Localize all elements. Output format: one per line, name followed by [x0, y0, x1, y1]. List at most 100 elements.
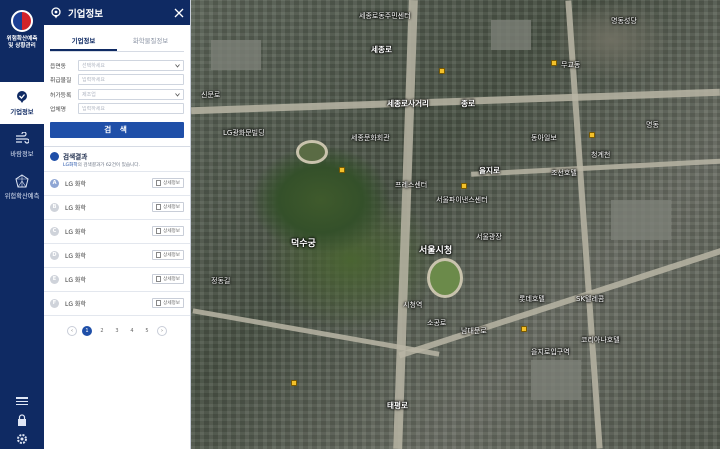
item-badge: F [50, 298, 59, 308]
results-summary: LG화학의 검색결과가 62건이 있습니다. [63, 162, 140, 168]
company-name-input[interactable] [82, 105, 180, 112]
map-block [531, 360, 581, 400]
lock-icon[interactable] [15, 414, 29, 426]
form-row-permit: 허가등록 제조업 [50, 87, 184, 101]
nav-label: 바람정보 [10, 151, 34, 158]
map-label: LG광화문빌딩 [223, 129, 265, 137]
map-label: 정동길 [211, 277, 231, 285]
detail-button[interactable]: 상세정보 [152, 178, 184, 188]
spread-star-icon [15, 174, 29, 188]
permit-select[interactable]: 제조업 [78, 88, 184, 100]
field-label: 읍면동 [50, 63, 66, 70]
map-label: 세종로 [371, 45, 392, 54]
detail-button[interactable]: 상세정보 [152, 250, 184, 260]
satellite-map[interactable]: 세종로 세종로사거리 종로 세종로동주민센터 세종문화회관 덕수궁 서울시청 롯… [191, 0, 720, 449]
detail-button[interactable]: 상세정보 [152, 202, 184, 212]
map-road [393, 0, 418, 449]
detail-button[interactable]: 상세정보 [152, 298, 184, 308]
item-name: LG 화학 [65, 204, 86, 212]
item-badge: A [50, 178, 59, 188]
map-poi-icon[interactable] [551, 60, 557, 66]
close-icon[interactable] [174, 8, 184, 18]
map-label: 동아일보 [531, 134, 557, 142]
chevron-down-icon [175, 92, 180, 97]
panel-header: 기업정보 [44, 0, 190, 25]
list-item[interactable]: A LG 화학 상세정보 [44, 172, 190, 196]
results-list: A LG 화학 상세정보 B LG 화학 상세정보 C LG 화학 상세정보 D… [44, 170, 190, 316]
field-label: 업체명 [50, 107, 66, 113]
map-label: 덕수궁 [291, 239, 316, 249]
location-pin-icon [17, 91, 27, 103]
form-row-district: 읍면동 선택하세요 [50, 58, 184, 72]
map-label: 서울파이낸스센터 [436, 196, 488, 204]
gear-icon[interactable] [15, 433, 29, 445]
substance-input[interactable] [82, 76, 180, 83]
form-row-substance: 취급물질 [50, 73, 184, 87]
list-item[interactable]: F LG 화학 상세정보 [44, 292, 190, 316]
map-poi-icon[interactable] [521, 326, 527, 332]
map-label: 서울시청 [419, 246, 453, 256]
page-5[interactable]: 5 [142, 326, 152, 336]
chevron-down-icon [175, 63, 180, 68]
document-icon [156, 300, 162, 306]
tab-company-info[interactable]: 기업정보 [50, 33, 117, 51]
map-label: SK텔레콤 [576, 295, 605, 303]
page-3[interactable]: 3 [112, 326, 122, 336]
pagination: ‹ 1 2 3 4 5 › [44, 325, 190, 336]
document-icon [156, 276, 162, 282]
item-name: LG 화학 [65, 276, 86, 284]
item-name: LG 화학 [65, 228, 86, 236]
item-name: LG 화학 [65, 300, 86, 308]
wind-icon [16, 132, 29, 144]
document-icon [156, 204, 162, 210]
map-label: 청계천 [591, 151, 611, 159]
item-name: LG 화학 [65, 180, 86, 188]
app-logo[interactable]: 위험확산예측 및 상황관리 [0, 0, 44, 82]
map-label: 세종로동주민센터 [359, 12, 411, 20]
government-emblem-icon [11, 10, 33, 32]
district-select[interactable]: 선택하세요 [78, 59, 184, 71]
detail-button[interactable]: 상세정보 [152, 226, 184, 236]
list-item[interactable]: D LG 화학 상세정보 [44, 244, 190, 268]
map-poi-icon[interactable] [461, 183, 467, 189]
tab-chemical-info[interactable]: 화학물질정보 [117, 33, 184, 51]
prev-page-button[interactable]: ‹ [67, 325, 77, 336]
search-form: 읍면동 선택하세요 취급물질 허가등록 제조업 업체명 [44, 52, 190, 116]
map-road [191, 88, 720, 115]
detail-button[interactable]: 상세정보 [152, 274, 184, 284]
map-label: 신문로 [201, 91, 221, 99]
item-badge: D [50, 250, 59, 260]
map-label: 명동 [646, 121, 659, 129]
item-badge: C [50, 226, 59, 236]
list-item[interactable]: E LG 화학 상세정보 [44, 268, 190, 292]
item-badge: B [50, 202, 59, 212]
next-page-button[interactable]: › [157, 325, 167, 336]
company-info-panel: 기업정보 기업정보 화학물질정보 읍면동 선택하세요 취급물질 허가등록 제조업 [44, 0, 191, 449]
page-1[interactable]: 1 [82, 325, 92, 336]
field-label: 허가등록 [50, 92, 72, 99]
map-poi-icon[interactable] [439, 68, 445, 74]
map-label: 롯데호텔 [519, 295, 545, 303]
map-label: 명동성당 [611, 17, 637, 25]
page-2[interactable]: 2 [97, 326, 107, 336]
nav-risk-spread[interactable]: 위험확산예측 [0, 166, 44, 208]
list-item[interactable]: B LG 화학 상세정보 [44, 196, 190, 220]
document-icon [156, 180, 162, 186]
search-results: 검색결과 LG화학의 검색결과가 62건이 있습니다. A LG 화학 상세정보… [44, 145, 190, 336]
page-4[interactable]: 4 [127, 326, 137, 336]
map-block [611, 200, 671, 240]
search-button[interactable]: 검 색 [50, 121, 184, 138]
map-label: 을지로입구역 [531, 348, 570, 356]
panel-tabs: 기업정보 화학물질정보 [50, 33, 184, 52]
field-label: 취급물질 [50, 78, 72, 84]
list-item[interactable]: C LG 화학 상세정보 [44, 220, 190, 244]
map-poi-icon[interactable] [291, 380, 297, 386]
map-label: 서울광장 [476, 233, 502, 241]
map-poi-icon[interactable] [589, 132, 595, 138]
nav-company-info[interactable]: 기업정보 [0, 82, 44, 124]
map-label: 종로 [461, 99, 475, 108]
nav-wind-info[interactable]: 바람정보 [0, 124, 44, 166]
layers-icon[interactable] [15, 395, 29, 407]
left-rail: 위험확산예측 및 상황관리 기업정보 바람정보 위험확산예측 [0, 0, 44, 449]
map-poi-icon[interactable] [339, 167, 345, 173]
